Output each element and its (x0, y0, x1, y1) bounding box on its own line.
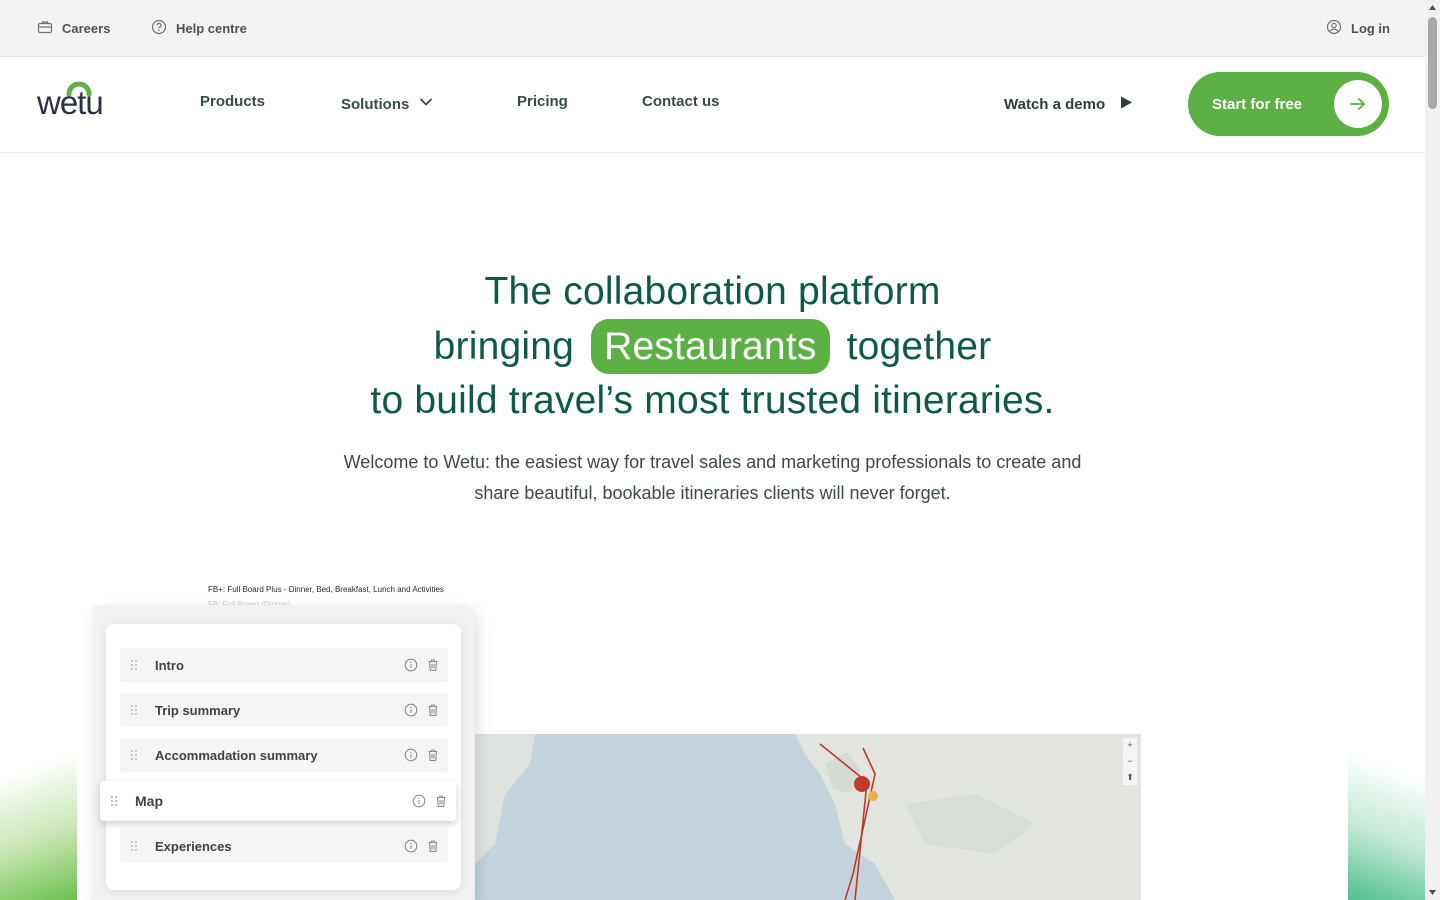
section-label: Experiences (155, 838, 232, 854)
hero-line-1: The collaboration platform (484, 270, 941, 313)
product-showcase: FB+: Full Board Plus - Dinner, Bed, Brea… (77, 560, 1348, 900)
scroll-down-arrow-icon[interactable] (1428, 888, 1437, 897)
careers-label: Careers (62, 21, 111, 36)
section-label: Map (135, 793, 163, 809)
nav-solutions[interactable]: Solutions (341, 95, 433, 113)
question-circle-icon (151, 19, 167, 38)
trash-icon[interactable] (426, 703, 440, 717)
start-for-free-button[interactable]: Start for free (1188, 72, 1389, 136)
nav-pricing[interactable]: Pricing (517, 93, 568, 110)
nav-contact-us[interactable]: Contact us (642, 93, 720, 110)
hero-subtitle: Welcome to Wetu: the easiest way for tra… (343, 452, 1082, 503)
itinerary-map: + − ⬆ (475, 734, 1141, 900)
logo-wordmark: wetu (37, 84, 103, 118)
nav-contact-label: Contact us (642, 93, 720, 110)
info-icon[interactable] (404, 748, 418, 762)
page-scrollbar[interactable] (1425, 0, 1440, 900)
log-in-label: Log in (1351, 21, 1390, 36)
itinerary-sections-panel: Intro Trip summary Accommadation summary… (100, 624, 461, 890)
main-navigation: wetu Products Solutions Pricing Contact … (0, 57, 1425, 153)
section-label: Accommadation summary (155, 747, 318, 763)
wetu-logo[interactable]: wetu (36, 78, 123, 121)
info-icon[interactable] (404, 658, 418, 672)
watch-demo-button[interactable]: Watch a demo (1004, 95, 1133, 114)
help-centre-label: Help centre (176, 21, 247, 36)
drag-handle-icon[interactable] (130, 659, 138, 671)
arrow-right-icon (1334, 80, 1382, 128)
drag-handle-icon[interactable] (130, 704, 138, 716)
decorative-gradient-left (0, 740, 77, 900)
info-icon[interactable] (404, 703, 418, 717)
compass-button[interactable]: ⬆ (1126, 772, 1134, 783)
section-row-trip-summary[interactable]: Trip summary (120, 693, 448, 727)
scroll-up-arrow-icon[interactable] (1428, 3, 1437, 12)
hero-heading: The collaboration platform bringing Rest… (0, 265, 1425, 427)
log-in-link[interactable]: Log in (1326, 19, 1390, 38)
map-zoom-controls: + − ⬆ (1123, 738, 1137, 785)
trash-icon[interactable] (434, 794, 448, 808)
nav-pricing-label: Pricing (517, 93, 568, 110)
nav-solutions-label: Solutions (341, 95, 410, 113)
rotating-highlight: Restaurants (591, 318, 830, 374)
section-row-experiences[interactable]: Experiences (120, 829, 448, 863)
chevron-down-icon (419, 95, 433, 113)
info-icon[interactable] (412, 794, 426, 808)
decorative-gradient-right (1348, 740, 1425, 900)
trash-icon[interactable] (426, 658, 440, 672)
briefcase-icon (37, 19, 53, 38)
drag-handle-icon[interactable] (110, 795, 118, 807)
board-basis-note: FB+: Full Board Plus - Dinner, Bed, Brea… (208, 585, 444, 594)
drag-handle-icon[interactable] (130, 840, 138, 852)
user-circle-icon (1326, 19, 1342, 38)
scrollbar-thumb[interactable] (1428, 17, 1437, 109)
utility-bar: Careers Help centre Log in (0, 0, 1425, 57)
hero-line-2-before: bringing (433, 324, 575, 368)
trash-icon[interactable] (426, 748, 440, 762)
section-row-intro[interactable]: Intro (120, 648, 448, 682)
hero-line-2-after: together (846, 324, 992, 368)
careers-link[interactable]: Careers (37, 19, 110, 38)
play-icon (1119, 95, 1133, 114)
nav-products-label: Products (200, 93, 266, 110)
section-label: Intro (155, 657, 184, 673)
start-for-free-label: Start for free (1212, 95, 1303, 113)
zoom-out-button[interactable]: − (1127, 756, 1132, 766)
trash-icon[interactable] (426, 839, 440, 853)
watch-demo-label: Watch a demo (1004, 96, 1106, 113)
hero-line-3: to build travel’s most trusted itinerari… (370, 378, 1055, 422)
section-label: Trip summary (155, 702, 241, 718)
zoom-in-button[interactable]: + (1127, 740, 1132, 750)
info-icon[interactable] (404, 839, 418, 853)
section-row-map-dragging[interactable]: Map (100, 781, 456, 821)
nav-products[interactable]: Products (200, 93, 265, 110)
drag-handle-icon[interactable] (130, 749, 138, 761)
help-centre-link[interactable]: Help centre (151, 19, 247, 38)
section-row-accommodation-summary[interactable]: Accommadation summary (120, 738, 448, 772)
